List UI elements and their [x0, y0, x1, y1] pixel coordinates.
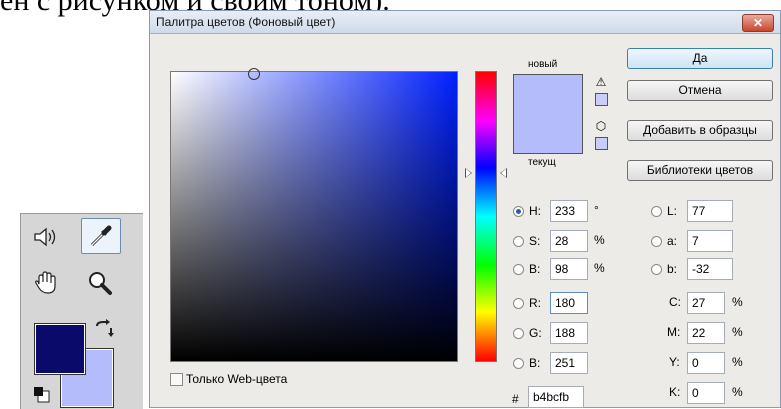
a-input[interactable]: 7 [687, 230, 733, 252]
brightness-input[interactable]: 98 [550, 258, 588, 280]
label-m: M: [667, 325, 681, 339]
lab-row-a[interactable]: a: [651, 230, 677, 252]
web-safe-cube-icon[interactable]: ⬡ [594, 119, 608, 133]
hand-tool[interactable] [27, 266, 65, 300]
label-r: R: [529, 296, 541, 310]
radio-lab-b[interactable] [651, 263, 662, 275]
label-lab-b: b: [667, 262, 678, 276]
radio-blue[interactable] [513, 357, 524, 369]
h-input[interactable]: 233 [550, 200, 588, 222]
ok-button[interactable]: Да [627, 48, 773, 69]
hand-icon [35, 271, 56, 294]
y-unit: % [732, 355, 743, 369]
web-safe-color-box[interactable] [595, 137, 608, 150]
c-input[interactable]: 27 [687, 292, 725, 314]
label-a: a: [667, 234, 678, 248]
s-input[interactable]: 28 [550, 230, 588, 252]
eyedropper-icon [90, 225, 112, 247]
color-field[interactable] [170, 68, 458, 362]
radio-s[interactable] [513, 235, 524, 247]
label-blue: B: [529, 356, 541, 370]
dialog-title: Палитра цветов (Фоновый цвет) [156, 15, 336, 29]
hue-slider-left-arrow[interactable] [465, 168, 472, 178]
current-color-label: текущ [528, 157, 556, 168]
r-input[interactable]: 180 [550, 292, 588, 314]
radio-brightness[interactable] [513, 263, 524, 275]
lab-b-input[interactable]: -32 [687, 258, 733, 280]
color-libraries-button[interactable]: Библиотеки цветов [627, 160, 773, 181]
label-l: L: [667, 204, 678, 218]
swap-colors-icon[interactable] [93, 318, 115, 340]
k-unit: % [732, 385, 743, 399]
h-unit: ° [594, 203, 599, 217]
out-of-gamut-warning-icon[interactable]: ⚠ [594, 75, 608, 89]
radio-a[interactable] [651, 235, 662, 247]
cancel-button[interactable]: Отмена [627, 80, 773, 101]
eyedropper-tool[interactable] [81, 218, 121, 254]
label-s: S: [529, 234, 541, 248]
gamut-color-box[interactable] [595, 93, 608, 106]
color-field-cursor[interactable] [248, 68, 260, 80]
color-picker-dialog: Палитра цветов (Фоновый цвет) ✕ новый те… [149, 10, 781, 408]
color-preview [513, 74, 583, 154]
dialog-titlebar: Палитра цветов (Фоновый цвет) ✕ [150, 11, 780, 34]
m-unit: % [732, 325, 743, 339]
hsb-row-h[interactable]: H: [513, 200, 541, 222]
lab-row-l[interactable]: L: [651, 200, 677, 222]
label-h: H: [529, 204, 541, 218]
label-brightness: B: [529, 262, 541, 276]
label-y: Y: [669, 355, 680, 369]
add-to-swatches-button[interactable]: Добавить в образцы [627, 120, 773, 141]
radio-g[interactable] [513, 327, 524, 339]
l-input[interactable]: 77 [687, 200, 733, 222]
hsb-row-s[interactable]: S: [513, 230, 540, 252]
m-input[interactable]: 22 [687, 322, 725, 344]
brightness-unit: % [594, 261, 605, 275]
g-input[interactable]: 188 [550, 322, 588, 344]
rgb-row-g[interactable]: G: [513, 322, 542, 344]
zoom-tool[interactable] [81, 266, 119, 300]
tools-panel [20, 213, 143, 409]
radio-r[interactable] [513, 297, 524, 309]
new-color-label: новый [528, 59, 558, 70]
radio-h[interactable] [513, 205, 524, 217]
default-colors-icon[interactable] [33, 386, 51, 404]
rgb-row-r[interactable]: R: [513, 292, 541, 314]
web-colors-only-label[interactable]: Только Web-цвета [186, 372, 287, 386]
k-input[interactable]: 0 [687, 382, 725, 404]
hue-slider[interactable] [475, 71, 497, 362]
blue-input[interactable]: 251 [550, 352, 588, 374]
new-color-preview [514, 75, 582, 114]
foreground-color-swatch[interactable] [34, 323, 86, 375]
hue-slider-right-arrow[interactable] [500, 168, 507, 178]
s-unit: % [594, 233, 605, 247]
rgb-row-b[interactable]: B: [513, 352, 540, 374]
audio-annotation-tool[interactable] [27, 220, 65, 254]
hex-label: # [512, 392, 519, 406]
speaker-icon [34, 227, 56, 247]
c-unit: % [732, 295, 743, 309]
zoom-icon [89, 272, 112, 295]
close-button[interactable]: ✕ [742, 14, 774, 32]
y-input[interactable]: 0 [687, 352, 725, 374]
hsb-row-b[interactable]: B: [513, 258, 540, 280]
web-colors-only-checkbox[interactable] [170, 373, 183, 386]
label-k: K: [669, 385, 681, 399]
current-color-preview[interactable] [514, 114, 582, 153]
label-c: C: [669, 295, 681, 309]
hex-input[interactable]: b4bcfb [528, 386, 584, 408]
radio-l[interactable] [651, 205, 662, 217]
label-g: G: [529, 326, 542, 340]
lab-row-b[interactable]: b: [651, 258, 677, 280]
